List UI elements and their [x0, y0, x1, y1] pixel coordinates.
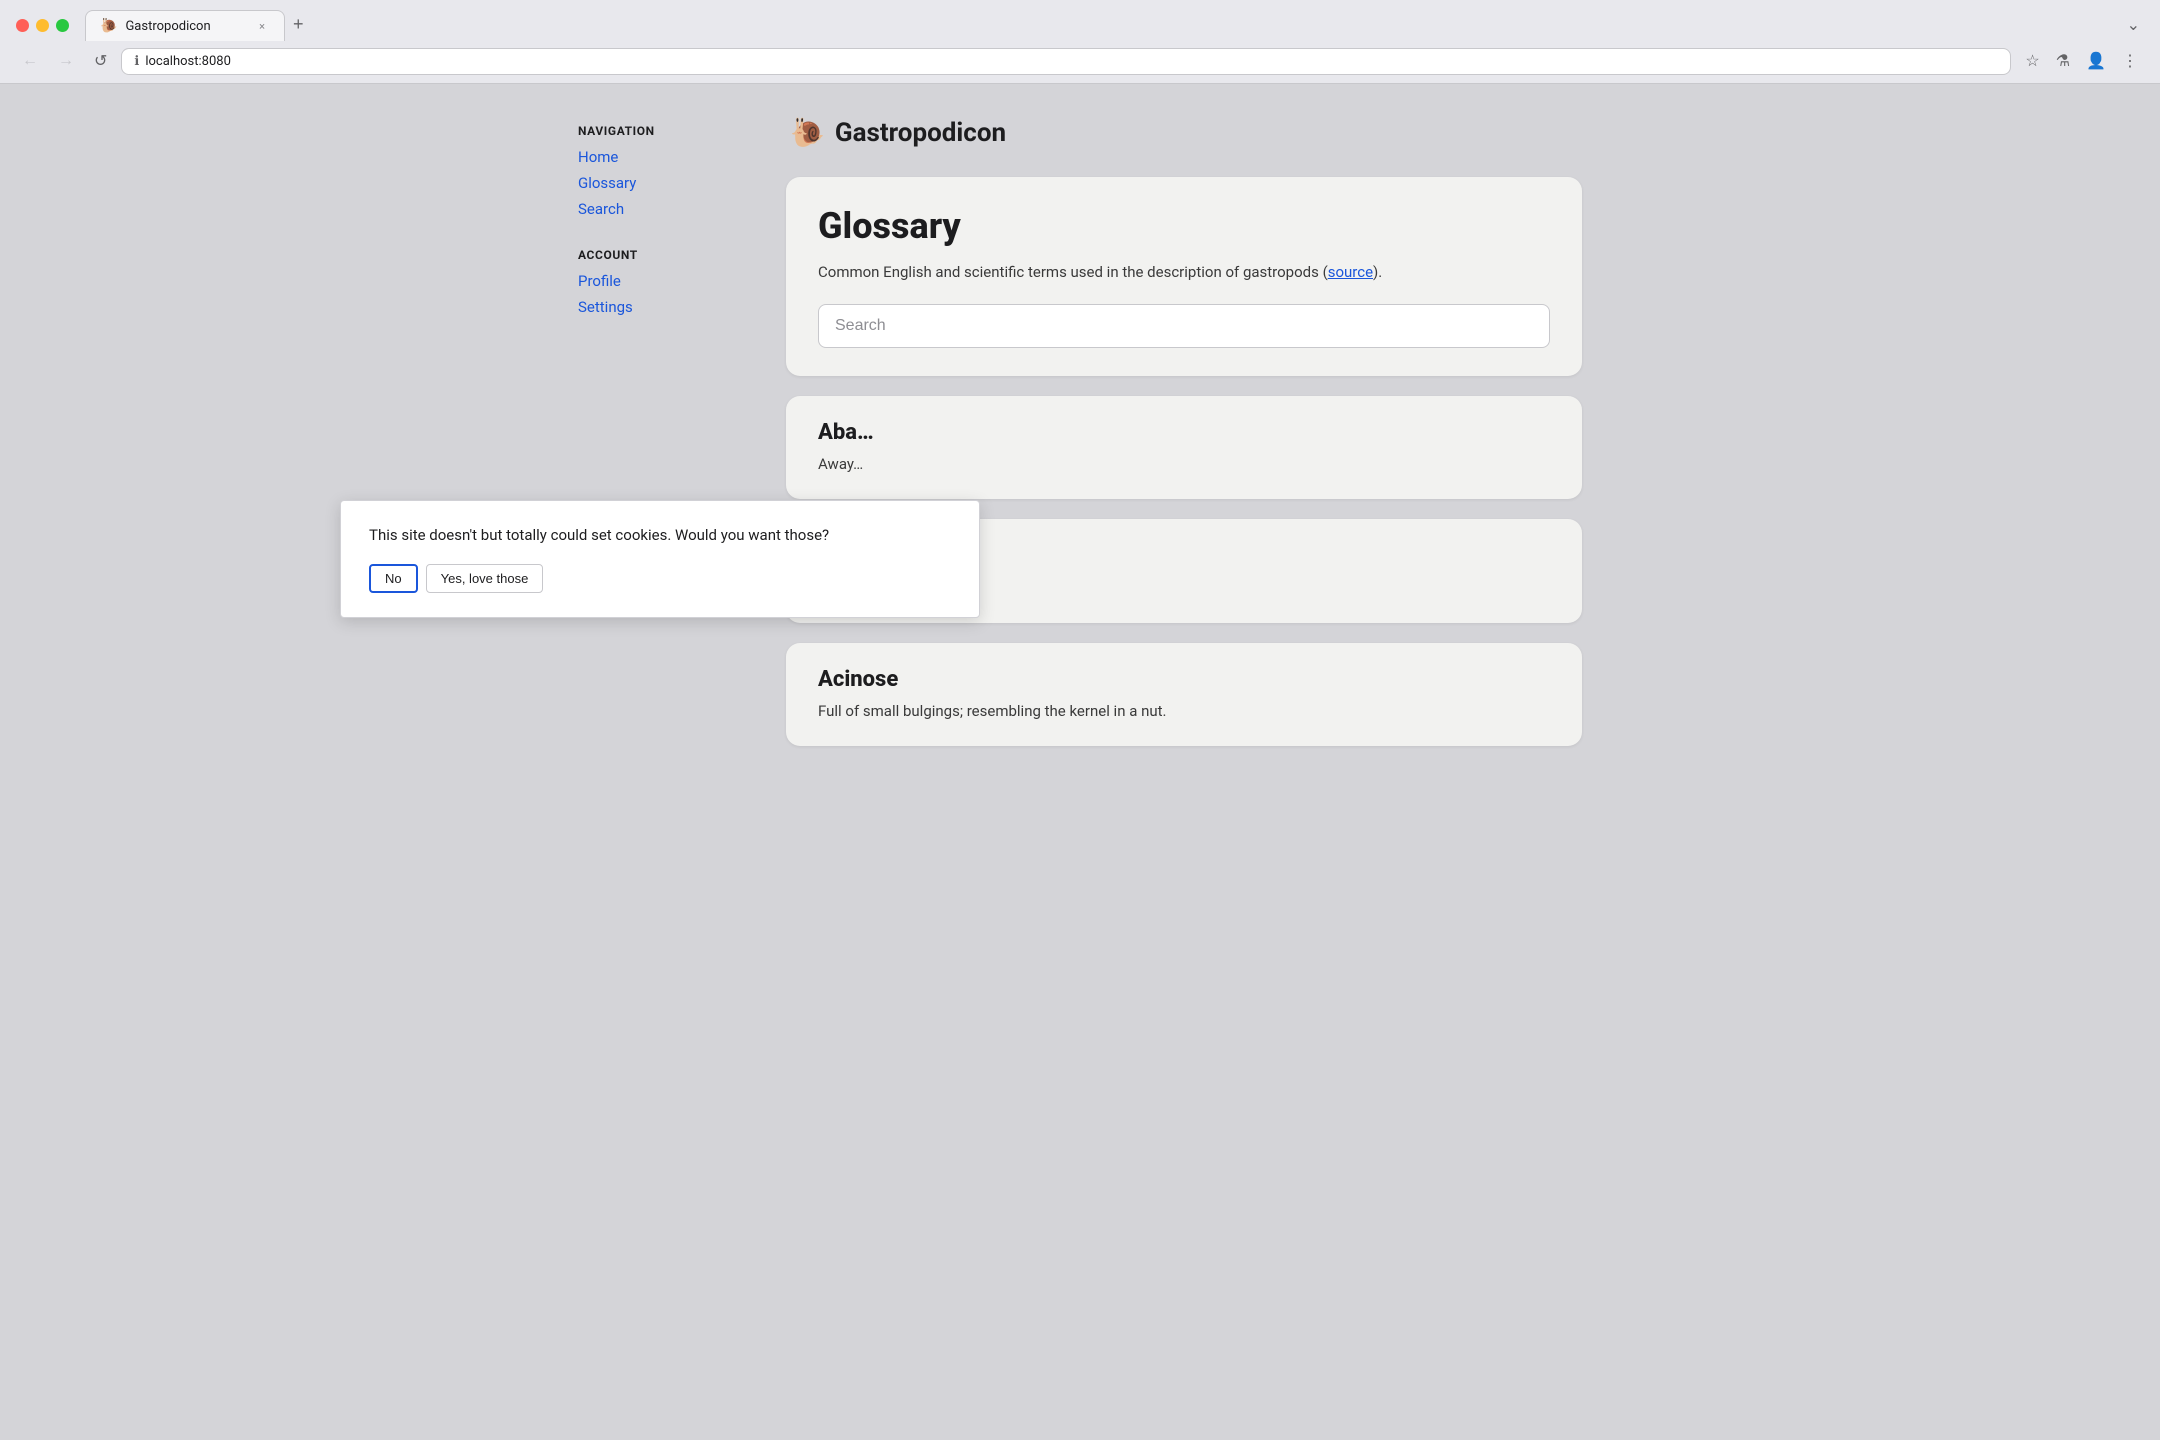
source-link[interactable]: source: [1328, 263, 1373, 281]
glossary-card: Glossary Common English and scientific t…: [786, 177, 1582, 376]
window-maximize-button[interactable]: [56, 19, 69, 32]
active-tab[interactable]: 🐌 Gastropodicon ×: [85, 10, 285, 41]
description-text-2: ).: [1373, 263, 1382, 281]
bookmark-button[interactable]: ☆: [2019, 47, 2045, 75]
browser-toolbar: ← → ↺ ℹ localhost:8080 ☆ ⚗ 👤 ⋮: [0, 41, 2160, 83]
address-bar[interactable]: ℹ localhost:8080: [121, 48, 2011, 75]
term-definition-aba: Away…: [818, 453, 1550, 476]
glossary-description: Common English and scientific terms used…: [818, 261, 1550, 284]
term-title-acinose: Acinose: [818, 667, 1550, 692]
tab-dropdown-button[interactable]: ⌄: [2123, 11, 2144, 39]
tab-favicon-icon: 🐌: [100, 18, 117, 34]
site-logo-icon: 🐌: [790, 116, 825, 149]
glossary-search-input[interactable]: [818, 304, 1550, 348]
nav-list: Home Glossary Search: [578, 146, 738, 220]
profile-button[interactable]: 👤: [2080, 47, 2112, 75]
description-text-1: Common English and scientific terms used…: [818, 263, 1328, 281]
cookie-buttons: No Yes, love those: [369, 564, 951, 593]
site-title: Gastropodicon: [835, 118, 1006, 148]
glossary-title: Glossary: [818, 205, 1550, 247]
term-card-aba: Aba… Away…: [786, 396, 1582, 500]
term-definition-acinose: Full of small bulgings; resembling the k…: [818, 700, 1550, 723]
nav-item-home: Home: [578, 146, 738, 168]
term-title-aba: Aba…: [818, 420, 1550, 445]
cookie-no-button[interactable]: No: [369, 564, 418, 593]
tab-title: Gastropodicon: [125, 19, 246, 34]
account-list: Profile Settings: [578, 270, 738, 318]
tab-close-button[interactable]: ×: [254, 18, 270, 34]
cookie-yes-button[interactable]: Yes, love those: [426, 564, 544, 593]
term-card-acinose: Acinose Full of small bulgings; resembli…: [786, 643, 1582, 747]
window-close-button[interactable]: [16, 19, 29, 32]
account-item-profile: Profile: [578, 270, 738, 292]
browser-titlebar: 🐌 Gastropodicon × + ⌄: [0, 0, 2160, 41]
page-content: NAVIGATION Home Glossary Search ACCOUNT …: [530, 84, 1630, 778]
main-area: 🐌 Gastropodicon Glossary Common English …: [786, 116, 1582, 746]
window-controls: [16, 19, 69, 32]
nav-item-glossary: Glossary: [578, 172, 738, 194]
account-item-settings: Settings: [578, 296, 738, 318]
address-text: localhost:8080: [145, 54, 1998, 69]
nav-item-search: Search: [578, 198, 738, 220]
account-section-label: ACCOUNT: [578, 248, 738, 262]
tab-bar: 🐌 Gastropodicon × +: [85, 10, 2115, 41]
address-info-icon: ℹ: [134, 54, 139, 69]
experiments-button[interactable]: ⚗: [2050, 47, 2076, 75]
cookie-message: This site doesn't but totally could set …: [369, 525, 951, 546]
back-button[interactable]: ←: [16, 48, 44, 74]
reload-button[interactable]: ↺: [88, 47, 113, 75]
nav-link-home[interactable]: Home: [578, 146, 738, 168]
nav-link-profile[interactable]: Profile: [578, 270, 738, 292]
nav-section-label: NAVIGATION: [578, 124, 738, 138]
nav-link-glossary[interactable]: Glossary: [578, 172, 738, 194]
menu-button[interactable]: ⋮: [2116, 47, 2144, 75]
cookie-dialog: This site doesn't but totally could set …: [340, 500, 980, 618]
site-header: 🐌 Gastropodicon: [786, 116, 1582, 149]
new-tab-button[interactable]: +: [285, 10, 312, 39]
forward-button[interactable]: →: [52, 48, 80, 74]
browser-chrome: 🐌 Gastropodicon × + ⌄ ← → ↺ ℹ localhost:…: [0, 0, 2160, 84]
toolbar-actions: ☆ ⚗ 👤 ⋮: [2019, 47, 2144, 75]
window-minimize-button[interactable]: [36, 19, 49, 32]
nav-link-search[interactable]: Search: [578, 198, 738, 220]
nav-link-settings[interactable]: Settings: [578, 296, 738, 318]
sidebar: NAVIGATION Home Glossary Search ACCOUNT …: [578, 116, 738, 746]
